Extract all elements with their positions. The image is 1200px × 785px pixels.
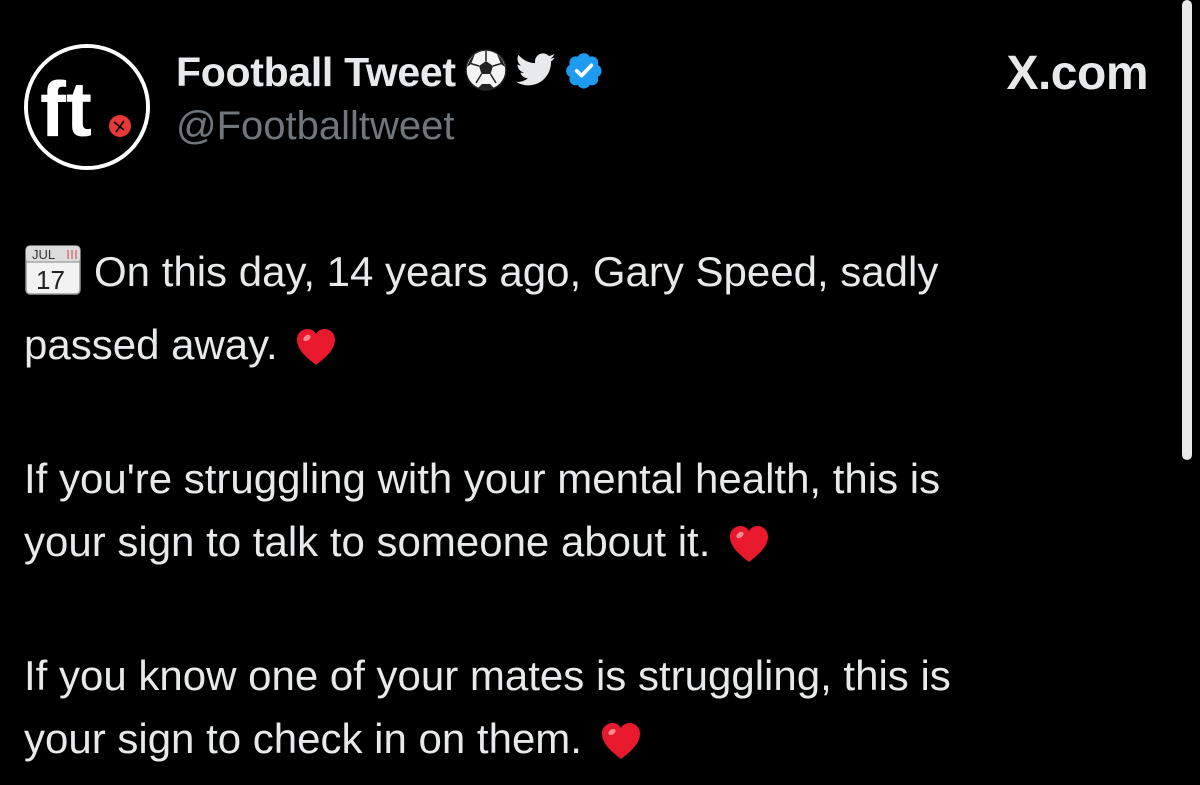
- calendar-icon: JUL 17: [24, 244, 82, 313]
- soccer-ball-icon: [464, 48, 508, 97]
- scrollbar[interactable]: [1182, 0, 1192, 460]
- heart-icon: [728, 518, 770, 581]
- heart-icon: [295, 321, 337, 384]
- football-tweet-logo: ft: [28, 48, 146, 166]
- twitter-bird-icon: [515, 52, 556, 92]
- tweet-text: JUL 17 On this day, 14 years ago, Gary S…: [24, 240, 1144, 778]
- avatar-text: ft: [40, 65, 92, 153]
- tweet-paragraph-3: If you know one of your mates is struggl…: [24, 644, 1144, 778]
- tweet-paragraph-2: If you're struggling with your mental he…: [24, 447, 1144, 581]
- site-label: X.com: [1006, 47, 1148, 100]
- tweet-line-5: If you know one of your mates is struggl…: [24, 652, 951, 699]
- tweet-line-2: passed away.: [24, 321, 278, 368]
- tweet-line-3: If you're struggling with your mental he…: [24, 455, 941, 502]
- verified-badge-icon[interactable]: [564, 50, 604, 95]
- tweet-line-1: On this day, 14 years ago, Gary Speed, s…: [94, 248, 939, 295]
- tweet-paragraph-1: JUL 17 On this day, 14 years ago, Gary S…: [24, 240, 1144, 384]
- tweet-line-4: your sign to talk to someone about it.: [24, 518, 711, 565]
- display-name[interactable]: Football Tweet: [176, 49, 456, 96]
- calendar-day: 17: [36, 265, 65, 295]
- username-handle[interactable]: @Footballtweet: [176, 104, 455, 149]
- avatar[interactable]: ft: [24, 44, 150, 170]
- tweet-line-6: your sign to check in on them.: [24, 715, 582, 762]
- calendar-month: JUL: [32, 247, 55, 262]
- author-name-row: Football Tweet: [176, 44, 604, 100]
- heart-icon: [600, 715, 642, 778]
